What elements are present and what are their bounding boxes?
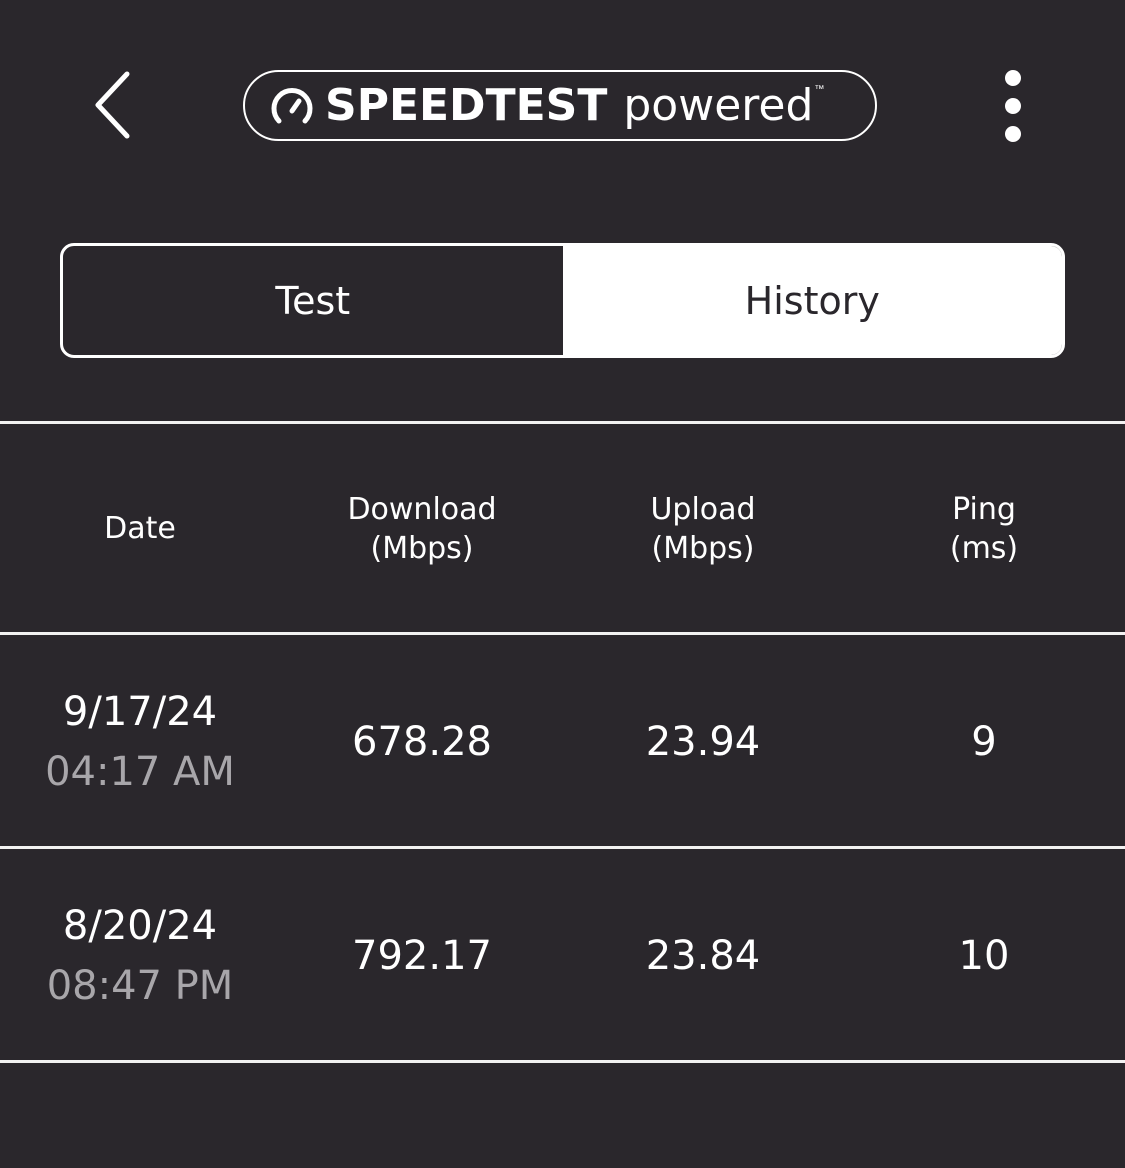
divider (0, 1060, 1125, 1063)
row-download: 792.17 (352, 933, 492, 979)
brand-name: SPEEDTEST (325, 79, 608, 131)
vertical-ellipsis-icon (1005, 70, 1021, 86)
row-ping: 9 (971, 719, 997, 765)
divider (0, 632, 1125, 635)
column-header-label: Date (104, 511, 176, 546)
more-options-button[interactable] (990, 70, 1036, 142)
column-header-date: Date (40, 509, 240, 548)
row-upload: 23.94 (645, 719, 761, 765)
divider (0, 846, 1125, 849)
history-row-date-cell: 8/20/24 08:47 PM (20, 903, 260, 1009)
tab-history[interactable]: History (562, 246, 1062, 355)
column-header-label: Upload (650, 492, 756, 527)
column-header-download: Download (Mbps) (300, 490, 544, 568)
row-ping: 10 (958, 933, 1010, 979)
history-row-date-cell: 9/17/24 04:17 AM (20, 689, 260, 795)
mode-segmented-control: Test History (60, 243, 1065, 358)
vertical-ellipsis-icon (1005, 126, 1021, 142)
speedtest-brand-logo: SPEEDTEST powered ™ (243, 70, 877, 141)
tab-test[interactable]: Test (63, 246, 563, 355)
column-header-upload: Upload (Mbps) (583, 490, 823, 568)
column-header-unit: (Mbps) (651, 531, 755, 566)
column-header-ping: Ping (ms) (884, 490, 1084, 568)
divider (0, 421, 1125, 424)
row-upload: 23.84 (645, 933, 761, 979)
vertical-ellipsis-icon (1005, 98, 1021, 114)
back-button[interactable] (78, 62, 148, 148)
row-time: 04:17 AM (45, 749, 235, 795)
row-date: 8/20/24 (62, 903, 218, 949)
chevron-left-icon (95, 71, 130, 139)
brand-suffix: powered (623, 79, 814, 131)
column-header-label: Download (347, 492, 497, 527)
row-time: 08:47 PM (46, 963, 234, 1009)
row-date: 9/17/24 (62, 689, 218, 735)
top-bar: SPEEDTEST powered ™ (0, 0, 1125, 210)
trademark-mark: ™ (814, 84, 825, 95)
row-download: 678.28 (352, 719, 492, 765)
column-header-unit: (ms) (949, 531, 1019, 566)
column-header-label: Ping (952, 492, 1016, 527)
column-header-unit: (Mbps) (370, 531, 474, 566)
speedometer-gauge-icon (265, 79, 319, 133)
